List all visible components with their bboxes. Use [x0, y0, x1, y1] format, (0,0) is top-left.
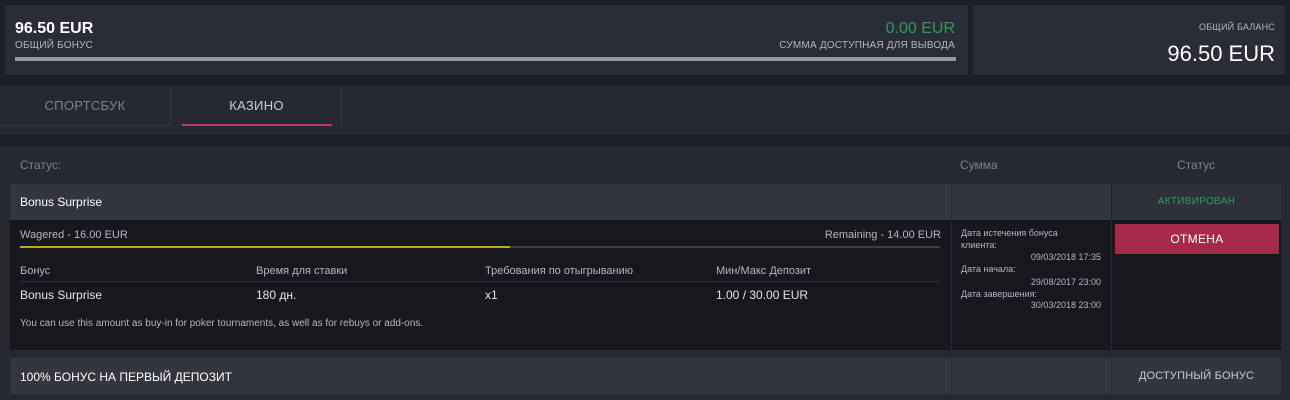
status-column-header: Статус — [1177, 158, 1215, 172]
total-bonus-label: ОБЩИЙ БОНУС — [15, 40, 94, 51]
end-date-label: Дата завершения: — [961, 289, 1037, 299]
total-balance-label: ОБЩИЙ БАЛАНС — [1199, 22, 1275, 32]
wager-requirement-column-label: Требования по отыгрыванию — [485, 265, 633, 277]
status-badge: АКТИВИРОВАН — [1157, 196, 1236, 207]
min-max-deposit-column-label: Мин/Макс Депозит — [716, 265, 812, 277]
wager-progress-track — [20, 246, 940, 248]
start-date: 29/08/2017 23:00 — [1030, 277, 1101, 287]
balance-panel: ОБЩИЙ БАЛАНС 96.50 EUR — [973, 5, 1285, 75]
total-balance-amount: 96.50 EUR — [1167, 41, 1275, 66]
bonus-details: Wagered - 16.00 EUR Remaining - 14.00 EU… — [10, 220, 951, 350]
product-tabs: СПОРТСБУК КАЗИНО — [0, 85, 1290, 135]
remaining-amount: Remaining - 14.00 EUR — [824, 229, 941, 241]
bonus-status-cell: ДОСТУПНЫЙ БОНУС — [1111, 358, 1281, 394]
tab-casino[interactable]: КАЗИНО — [172, 86, 342, 126]
bonus-sum-cell — [951, 184, 1111, 220]
wagered-amount: Wagered - 16.00 EUR — [20, 229, 128, 241]
bonus-row-header[interactable]: Bonus Surprise — [10, 184, 951, 220]
wager-requirement-value: x1 — [485, 288, 498, 302]
expiry-label: Дата истечения бонуса — [961, 228, 1058, 238]
bonus-name-value: Bonus Surprise — [20, 288, 103, 302]
withdrawable-amount: 0.00 EUR — [885, 20, 955, 37]
start-date-label: Дата начала: — [961, 264, 1016, 274]
bonus-title: Bonus Surprise — [20, 195, 103, 209]
end-date: 30/03/2018 23:00 — [1030, 300, 1101, 310]
wager-time-column-label: Время для ставки — [256, 265, 348, 277]
withdrawable-label: СУММА ДОСТУПНАЯ ДЛЯ ВЫВОДА — [779, 40, 955, 51]
bonus-summary-panel: 96.50 EUR ОБЩИЙ БОНУС 0.00 EUR СУММА ДОС… — [5, 5, 968, 75]
cancel-bonus-button[interactable]: ОТМЕНА — [1115, 224, 1279, 254]
bonus-description: You can use this amount as buy-in for po… — [20, 318, 424, 329]
status-filter-label: Статус: — [20, 158, 62, 172]
active-tab-indicator — [182, 124, 332, 126]
total-bonus-amount: 96.50 EUR — [15, 20, 94, 37]
bonus-row-header[interactable]: 100% БОНУС НА ПЕРВЫЙ ДЕПОЗИТ — [10, 358, 951, 394]
divider — [20, 281, 940, 282]
bonus-list: Статус: Сумма Статус Bonus Surprise АКТИ… — [0, 146, 1290, 400]
expiry-label-cont: клиента: — [961, 240, 997, 250]
wager-progress-fill — [20, 246, 511, 248]
expiry-date: 09/03/2018 17:35 — [1030, 252, 1101, 262]
bonus-column-label: Бонус — [20, 265, 51, 277]
tab-sportsbook[interactable]: СПОРТСБУК — [0, 86, 171, 126]
sum-column-header: Сумма — [960, 158, 998, 172]
status-badge: ДОСТУПНЫЙ БОНУС — [1138, 370, 1255, 382]
bonus-sum-cell — [951, 358, 1111, 394]
bonus-actions: ОТМЕНА — [1111, 220, 1281, 350]
tab-casino-label: КАЗИНО — [229, 98, 284, 113]
bonus-status-cell: АКТИВИРОВАН — [1111, 184, 1281, 220]
min-max-deposit-value: 1.00 / 30.00 EUR — [716, 288, 809, 302]
table-header: Статус: Сумма Статус — [10, 146, 1281, 183]
withdraw-progress-bar — [15, 57, 956, 61]
bonus-dates: Дата истечения бонуса клиента: 09/03/201… — [951, 220, 1111, 350]
bonus-title: 100% БОНУС НА ПЕРВЫЙ ДЕПОЗИТ — [20, 370, 232, 384]
wager-time-value: 180 дн. — [256, 288, 297, 302]
